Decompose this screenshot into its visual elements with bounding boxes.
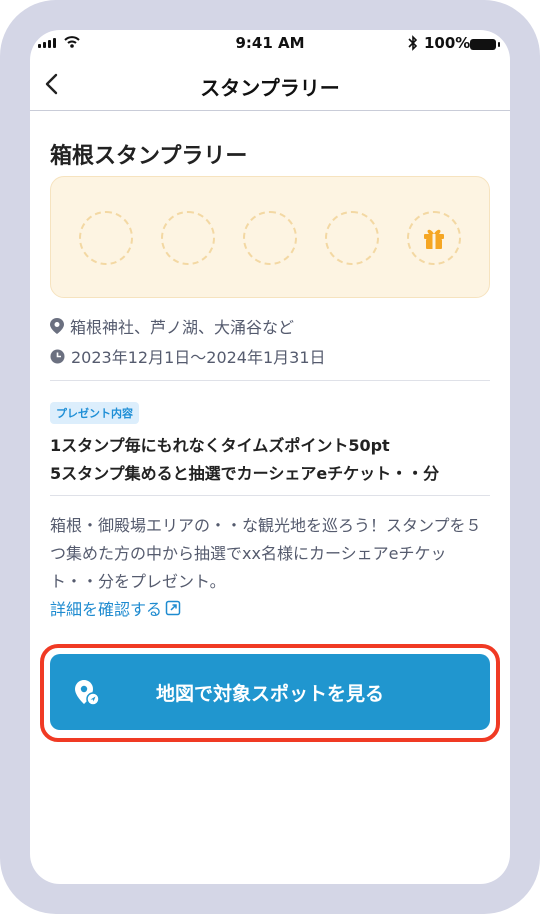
- clock-icon: [50, 349, 65, 363]
- description-text: 箱根・御殿場エリアの・・な観光地を巡ろう！スタンプを５つ集めた方の中から抽選でx…: [50, 516, 482, 591]
- divider: [50, 495, 490, 496]
- gift-stamp-slot: [407, 211, 461, 265]
- battery-percent: 100%: [424, 34, 471, 52]
- status-bar: 9:41 AM 100%: [30, 30, 510, 58]
- view-map-button[interactable]: 地図で対象スポットを見る: [50, 654, 490, 730]
- location-row: 箱根神社、芦ノ湖、大涌谷など: [50, 314, 294, 338]
- bluetooth-icon: [408, 35, 418, 51]
- detail-link-label: 詳細を確認する: [50, 600, 163, 619]
- present-line-2: 5スタンプ集めると抽選でカーシェアeチケット・・分: [50, 464, 440, 483]
- location-pin-icon: [50, 318, 64, 334]
- location-text: 箱根神社、芦ノ湖、大涌谷など: [70, 318, 295, 337]
- stamp-slot: [325, 211, 379, 265]
- external-link-icon: [165, 600, 181, 616]
- screen: 9:41 AM 100% スタンプラリー 箱根スタンプラリー 箱根神社、芦ノ湖、…: [30, 30, 510, 884]
- nav-bar: スタンプラリー: [30, 60, 510, 111]
- period-text: 2023年12月1日〜2024年1月31日: [71, 348, 326, 367]
- battery-icon: [470, 39, 500, 50]
- stamp-card: [50, 176, 490, 298]
- period-row: 2023年12月1日〜2024年1月31日: [50, 344, 326, 368]
- view-map-button-label: 地図で対象スポットを見る: [155, 683, 384, 705]
- stamp-slot: [79, 211, 133, 265]
- stamp-slot: [243, 211, 297, 265]
- present-badge: プレゼント内容: [50, 402, 139, 424]
- stamp-slot: [161, 211, 215, 265]
- detail-link[interactable]: 詳細を確認する: [50, 596, 181, 620]
- rally-title: 箱根スタンプラリー: [50, 144, 248, 169]
- gift-icon: [424, 229, 444, 249]
- nav-title: スタンプラリー: [200, 76, 340, 100]
- divider: [50, 380, 490, 381]
- device-frame: 9:41 AM 100% スタンプラリー 箱根スタンプラリー 箱根神社、芦ノ湖、…: [0, 0, 540, 914]
- present-line-1: 1スタンプ毎にもれなくタイムズポイント50pt: [50, 436, 390, 455]
